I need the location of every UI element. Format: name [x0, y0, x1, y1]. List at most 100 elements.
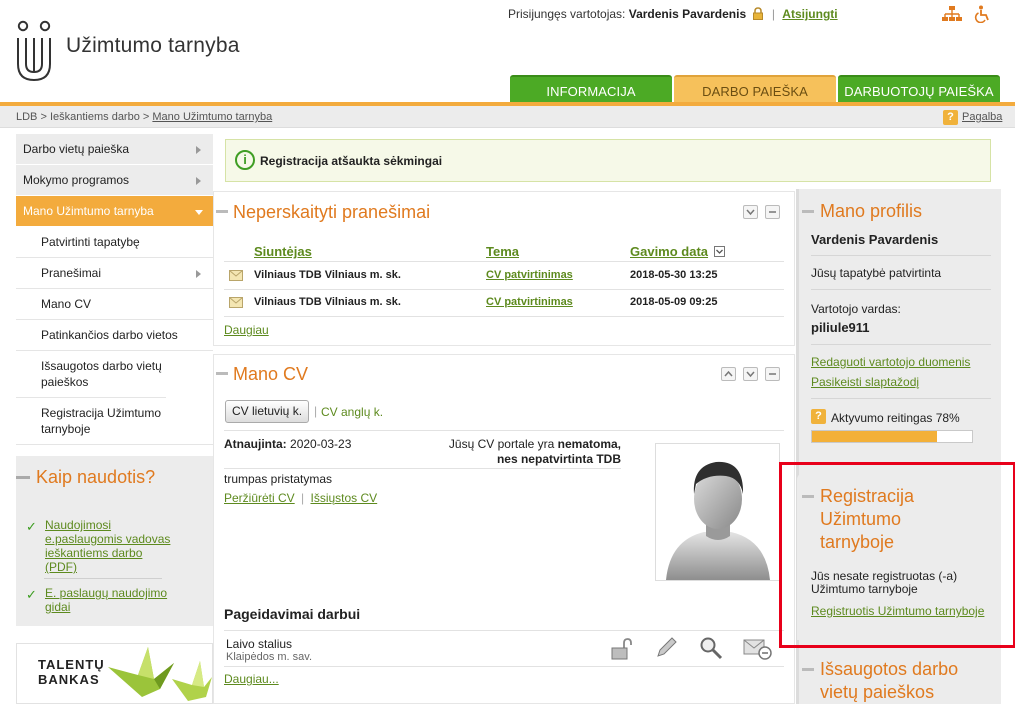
paper-crane-icon: [108, 647, 212, 701]
msg-topic-link[interactable]: CV patvirtinimas: [486, 269, 573, 281]
change-password-link[interactable]: Pasikeisti slaptažodį: [811, 375, 919, 389]
breadcrumb-ldb[interactable]: LDB: [16, 111, 37, 123]
col-sender[interactable]: Siuntėjas: [254, 244, 312, 259]
wish-job: Laivo stalius: [226, 637, 293, 651]
username-label: Vartotojo vardas:: [811, 302, 901, 316]
tab-darbuotoju-paieska[interactable]: DARBUOTOJŲ PAIEŠKA: [838, 75, 1000, 102]
msg-topic: CV patvirtinimas: [486, 296, 573, 308]
cv-updated: Atnaujinta: 2020-03-23: [224, 437, 352, 451]
cv-en-tab[interactable]: CV anglų k.: [321, 405, 383, 419]
howto-link-gidai[interactable]: E. paslaugų naudojimo gidai: [45, 586, 176, 614]
help-icon[interactable]: ?: [811, 409, 826, 424]
subnav-registracija[interactable]: Registracija Užimtumo tarnyboje: [16, 398, 213, 445]
info-icon: i: [235, 150, 255, 170]
cv-lt-tab[interactable]: CV lietuvių k.: [225, 400, 310, 423]
minimize-button[interactable]: [765, 367, 780, 381]
accessibility-icon[interactable]: [974, 5, 992, 23]
brand-name: Užimtumo tarnyba: [66, 34, 240, 57]
breadcrumb: LDB > Ieškantiems darbo > Mano Užimtumo …: [16, 111, 273, 123]
title-dash: [802, 210, 814, 213]
divider: [44, 578, 162, 579]
chevron-up-icon: [724, 370, 733, 377]
tab-informacija[interactable]: INFORMACIJA: [510, 75, 672, 102]
title-dash: [802, 668, 814, 671]
pencil-icon[interactable]: [654, 636, 678, 660]
msg-sender: Vilniaus TDB Vilniaus m. sk.: [254, 296, 401, 308]
chevron-down-icon: [195, 210, 203, 215]
nav-mokymo-programos[interactable]: Mokymo programos: [16, 165, 213, 196]
identity-status: Jūsų tapatybė patvirtinta: [811, 266, 942, 280]
msg-topic: CV patvirtinimas: [486, 269, 573, 281]
check-icon: ✓: [26, 587, 37, 602]
messages-more-link[interactable]: Daugiau: [224, 323, 269, 337]
chevron-right-icon: [196, 177, 201, 185]
talent-bank-text: TALENTŲ BANKAS: [38, 657, 105, 687]
view-cv-link[interactable]: Peržiūrėti CV: [224, 491, 295, 505]
nav-darbo-vietu-paieska[interactable]: Darbo vietų paieška: [16, 134, 213, 165]
cv-status: Jūsų CV portale yra nematoma, nes nepatv…: [448, 437, 621, 466]
howto-title: Kaip naudotis?: [36, 467, 156, 487]
user-name: Vardenis Pavardenis: [628, 7, 747, 21]
logout-link[interactable]: Atsijungti: [782, 7, 837, 21]
profile-title: Mano profilis: [820, 201, 923, 221]
success-text: Registracija atšaukta sėkmingai: [260, 154, 443, 168]
subnav-pranesimai[interactable]: Pranešimai: [16, 258, 213, 289]
sent-cv-link[interactable]: Išsiųstos CV: [311, 491, 378, 505]
msg-date: 2018-05-30 13:25: [630, 269, 718, 281]
chevron-right-icon: [196, 270, 201, 278]
chevron-right-icon: [196, 146, 201, 154]
sort-down-icon[interactable]: [713, 246, 725, 257]
sitemap-icon[interactable]: [942, 5, 962, 23]
messages-title: Neperskaityti pranešimai: [233, 202, 431, 222]
help-icon[interactable]: ?: [943, 110, 958, 125]
title-dash: [216, 372, 228, 375]
minus-icon: [769, 373, 776, 375]
cv-title: Mano CV: [233, 364, 309, 384]
left-nav: Darbo vietų paieška Mokymo programos Man…: [16, 134, 213, 445]
unlock-icon[interactable]: [610, 637, 634, 661]
cv-links: Peržiūrėti CV | Išsiųstos CV: [224, 491, 378, 505]
col-date[interactable]: Gavimo data: [630, 244, 725, 259]
subnav-issaugotos[interactable]: Išsaugotos darbo vietų paieškos: [16, 351, 166, 398]
wishes-more-link[interactable]: Daugiau...: [224, 672, 279, 686]
envelope-icon: [229, 270, 243, 281]
username-value: piliule911: [811, 320, 870, 335]
breadcrumb-ieskantiems[interactable]: Ieškantiems darbo: [50, 111, 140, 123]
move-up-button[interactable]: [721, 367, 736, 381]
subnav-patvirtinti-tapatybe[interactable]: Patvirtinti tapatybę: [16, 227, 213, 258]
rating-bar-fill: [812, 431, 937, 442]
subnav-mano-cv[interactable]: Mano CV: [16, 289, 213, 320]
wish-place: Klaipėdos m. sav.: [226, 651, 313, 663]
magnifier-icon[interactable]: [699, 636, 723, 660]
logo-icon: [17, 20, 51, 82]
saved-searches-title: Išsaugotos darbo vietų paieškos: [820, 659, 959, 702]
chevron-down-icon: [746, 209, 755, 216]
chevron-down-icon: [746, 371, 755, 378]
minus-icon: [769, 211, 776, 213]
breadcrumb-current[interactable]: Mano Užimtumo tarnyba: [152, 111, 272, 123]
help-link[interactable]: Pagalba: [962, 111, 1002, 123]
col-topic[interactable]: Tema: [486, 244, 519, 259]
avatar-placeholder-icon: [666, 461, 770, 580]
nav-mano-uzimtumo-tarnyba[interactable]: Mano Užimtumo tarnyba: [16, 196, 213, 227]
cv-summary: trumpas pristatymas: [224, 472, 333, 486]
envelope-icon: [229, 297, 243, 308]
title-dash: [216, 210, 228, 213]
minimize-button[interactable]: [765, 205, 780, 219]
user-prefix: Prisijungęs vartotojas:: [508, 7, 626, 21]
subnav-patinkancios[interactable]: Patinkančios darbo vietos: [16, 320, 213, 351]
envelope-minus-icon[interactable]: [743, 638, 773, 660]
howto-item: ✓ E. paslaugų naudojimo gidai: [26, 586, 176, 614]
highlight-frame: [779, 462, 1015, 648]
collapse-button[interactable]: [743, 205, 758, 219]
user-bar: Prisijungęs vartotojas: Vardenis Pavarde…: [508, 7, 838, 21]
edit-user-link[interactable]: Redaguoti vartotojo duomenis: [811, 355, 970, 369]
msg-topic-link[interactable]: CV patvirtinimas: [486, 296, 573, 308]
tab-darbo-paieska[interactable]: DARBO PAIEŠKA: [674, 75, 836, 102]
collapse-button[interactable]: [743, 367, 758, 381]
howto-link-pdf[interactable]: Naudojimosi e.paslaugomis vadovas ieškan…: [45, 518, 176, 574]
rating-label: Aktyvumo reitingas 78%: [831, 411, 960, 425]
msg-date: 2018-05-09 09:25: [630, 296, 718, 308]
lock-icon: [753, 7, 764, 20]
msg-sender: Vilniaus TDB Vilniaus m. sk.: [254, 269, 401, 281]
